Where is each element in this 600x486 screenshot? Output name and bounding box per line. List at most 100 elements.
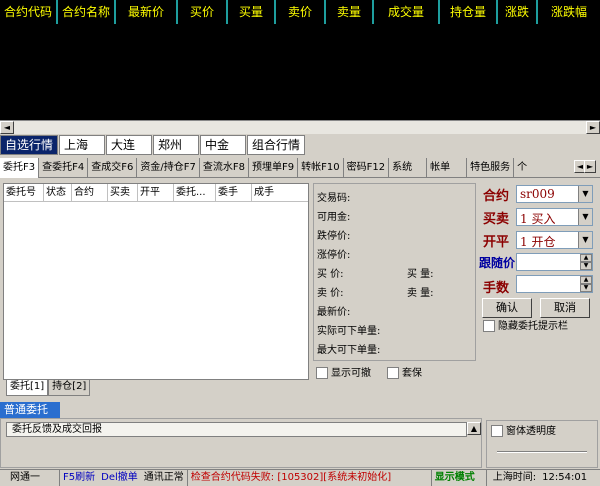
show-cancelable-checkbox[interactable]: 显示可撤	[316, 367, 371, 380]
checkbox-box[interactable]	[316, 367, 328, 379]
contract-combo[interactable]: sr009 ▼	[516, 185, 593, 203]
tab-special-service[interactable]: 特色服务	[467, 158, 515, 178]
tab-password[interactable]: 密码F12	[344, 158, 390, 178]
col-ask-price[interactable]: 卖价	[276, 0, 326, 24]
tab-system[interactable]: 系统	[389, 158, 428, 178]
col-volume[interactable]: 成交量	[374, 0, 440, 24]
status-time-label: 上海时间:	[492, 472, 537, 483]
col-change-pct[interactable]: 涨跌幅	[538, 0, 600, 24]
tab-statement[interactable]: 帐单	[427, 158, 468, 178]
scroll-left-arrow-icon[interactable]: ◄	[0, 121, 14, 134]
status-server: 网通一	[0, 470, 60, 486]
info-max-real-qty: 实际可下单量:	[317, 326, 381, 337]
tab-more[interactable]: 个	[514, 158, 530, 178]
order-col-side[interactable]: 买卖	[108, 184, 138, 201]
order-col-id[interactable]: 委托号	[4, 184, 44, 201]
col-contract-code[interactable]: 合约代码	[0, 0, 58, 24]
col-open-interest[interactable]: 持仓量	[440, 0, 498, 24]
info-last-price: 最新价:	[317, 307, 351, 318]
col-change[interactable]: 涨跌	[498, 0, 538, 24]
qty-label: 手数	[483, 281, 510, 296]
order-feedback-header: 委托反馈及成交回报	[6, 422, 467, 437]
status-error-message: 检查合约代码失败: [105302][系统未初始化]	[188, 470, 432, 486]
order-col-order-qty[interactable]: 委手	[216, 184, 252, 201]
show-cancelable-label: 显示可撤	[331, 368, 371, 379]
transparency-panel: 窗体透明度	[486, 420, 598, 468]
tab-normal-order[interactable]: 普通委托	[0, 402, 60, 418]
status-display-mode[interactable]: 显示模式	[432, 470, 487, 486]
hedge-checkbox[interactable]: 套保	[387, 367, 422, 380]
side-label: 买卖	[483, 212, 510, 227]
status-del-cancel[interactable]: Del撤单	[98, 470, 141, 486]
tab-dalian[interactable]: 大连	[106, 135, 152, 155]
spin-up-icon[interactable]: ▲	[580, 254, 592, 262]
chevron-down-icon[interactable]: ▼	[578, 232, 592, 248]
tab-combo-quotes[interactable]: 组合行情	[247, 135, 305, 155]
spin-up-icon[interactable]: ▲	[580, 276, 592, 284]
status-f5-refresh[interactable]: F5刷新	[60, 470, 98, 486]
contract-label: 合约	[483, 189, 510, 204]
info-contract-code: 交易码:	[317, 193, 351, 204]
tab-positions[interactable]: 持仓[2]	[48, 380, 91, 396]
side-value: 1 买入	[520, 212, 556, 226]
order-table[interactable]: 委托号 状态 合约 买卖 开平 委托... 委手 成手	[3, 183, 309, 380]
info-available-funds: 可用金:	[317, 212, 351, 223]
side-combo[interactable]: 1 买入 ▼	[516, 208, 593, 226]
hide-hint-label: 隐藏委托提示栏	[498, 321, 568, 332]
tab-order[interactable]: 委托F3	[0, 158, 40, 178]
follow-price-label: 跟随价	[479, 256, 516, 270]
col-bid-qty[interactable]: 买量	[228, 0, 276, 24]
cancel-button[interactable]: 取消	[540, 298, 590, 318]
tab-cffex[interactable]: 中金	[200, 135, 246, 155]
chevron-down-icon[interactable]: ▼	[578, 209, 592, 225]
order-col-status[interactable]: 状态	[44, 184, 72, 201]
spin-down-icon[interactable]: ▼	[580, 284, 592, 292]
quote-horizontal-scrollbar[interactable]: ◄ ►	[0, 120, 600, 134]
tab-preset-order[interactable]: 预埋单F9	[249, 158, 299, 178]
checkbox-box[interactable]	[483, 320, 495, 332]
contract-info-panel: 交易码: 可用金: 跌停价: 涨停价: 买 价: 买 量: 卖 价: 卖 量: …	[313, 183, 476, 361]
col-last-price[interactable]: 最新价	[116, 0, 178, 24]
info-max-order-qty: 最大可下单量:	[317, 345, 381, 356]
tab-shanghai[interactable]: 上海	[59, 135, 105, 155]
tab-transfer[interactable]: 转帐F10	[298, 158, 344, 178]
offset-combo[interactable]: 1 开仓 ▼	[516, 231, 593, 249]
scroll-right-arrow-icon[interactable]: ►	[586, 121, 600, 134]
status-time: 12:54:01	[542, 472, 588, 483]
quote-board[interactable]: 合约代码 合约名称 最新价 买价 买量 卖价 卖量 成交量 持仓量 涨跌 涨跌幅	[0, 0, 600, 133]
col-contract-name[interactable]: 合约名称	[58, 0, 116, 24]
quote-header: 合约代码 合约名称 最新价 买价 买量 卖价 卖量 成交量 持仓量 涨跌 涨跌幅	[0, 0, 600, 24]
confirm-button[interactable]: 确认	[482, 298, 532, 318]
info-ask-price: 卖 价:	[317, 288, 344, 299]
tab-orders[interactable]: 委托[1]	[6, 380, 49, 396]
price-input[interactable]: ▲ ▼	[516, 253, 593, 271]
order-col-offset[interactable]: 开平	[138, 184, 174, 201]
hide-hint-checkbox[interactable]: 隐藏委托提示栏	[483, 320, 568, 333]
tab-zhengzhou[interactable]: 郑州	[153, 135, 199, 155]
order-col-contract[interactable]: 合约	[72, 184, 108, 201]
info-bid-qty: 买 量:	[407, 269, 434, 280]
col-bid-price[interactable]: 买价	[178, 0, 228, 24]
info-limit-down: 跌停价:	[317, 231, 351, 242]
tab-funds-positions[interactable]: 资金/持仓F7	[137, 158, 200, 178]
status-connection: 通讯正常	[141, 470, 188, 486]
order-col-filled-qty[interactable]: 成手	[252, 184, 284, 201]
col-ask-qty[interactable]: 卖量	[326, 0, 374, 24]
info-limit-up: 涨停价:	[317, 250, 351, 261]
tab-query-trade[interactable]: 查成交F6	[88, 158, 138, 178]
qty-input[interactable]: ▲ ▼	[516, 275, 593, 293]
checkbox-box[interactable]	[491, 425, 503, 437]
hedge-label: 套保	[402, 368, 422, 379]
transparency-checkbox[interactable]: 窗体透明度	[491, 425, 556, 438]
feedback-scroll-up-icon[interactable]: ▲	[467, 422, 481, 435]
tab-query-order[interactable]: 查委托F4	[39, 158, 89, 178]
tab-watchlist[interactable]: 自选行情	[0, 135, 58, 155]
checkbox-box[interactable]	[387, 367, 399, 379]
chevron-down-icon[interactable]: ▼	[578, 186, 592, 202]
market-tabs: 自选行情 上海 大连 郑州 中金 组合行情	[0, 135, 306, 155]
transparency-slider-track[interactable]	[497, 451, 587, 453]
order-col-order-price[interactable]: 委托...	[174, 184, 216, 201]
tab-query-journal[interactable]: 查流水F8	[200, 158, 249, 178]
spin-down-icon[interactable]: ▼	[580, 262, 592, 270]
tab-scroll-right-icon[interactable]: ►	[584, 160, 596, 173]
